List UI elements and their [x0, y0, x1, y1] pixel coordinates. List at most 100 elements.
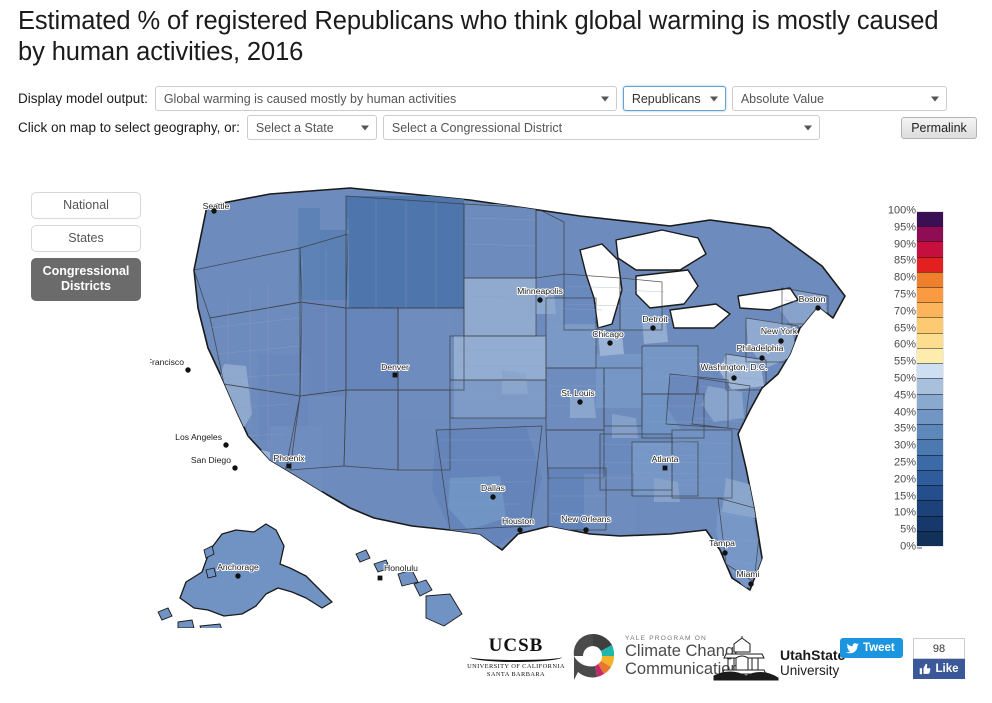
state-select-value: Select a State — [255, 120, 334, 135]
legend-tick-60: 60% — [893, 338, 923, 351]
utah-state-line1: UtahState — [780, 647, 846, 663]
city-marker-new-york — [778, 338, 784, 344]
city-label-atlanta: Atlanta — [652, 454, 679, 464]
city-marker-new-orleans — [583, 527, 589, 533]
legend-band-7 — [917, 424, 943, 440]
city-marker-chicago — [607, 340, 613, 346]
legend-band-6 — [917, 439, 943, 455]
city-marker-miami — [748, 581, 754, 587]
city-label-anchorage: Anchorage — [217, 562, 259, 572]
city-label-detroit: Detroit — [642, 314, 668, 324]
us-map-svg[interactable]: SeattleSan FranciscoLos AngelesSan Diego… — [150, 178, 870, 628]
city-label-new-orleans: New Orleans — [561, 514, 611, 524]
facebook-like-count: 98 — [913, 638, 965, 659]
ucsb-logo-sub1: UNIVERSITY OF CALIFORNIA — [467, 663, 565, 670]
legend-tick-70: 70% — [893, 305, 923, 318]
city-label-tampa: Tampa — [709, 538, 735, 548]
legend-band-0 — [917, 530, 943, 546]
ucsb-swoosh-icon — [470, 657, 562, 662]
congressional-district-select[interactable]: Select a Congressional District — [382, 115, 820, 140]
legend-band-15 — [917, 302, 943, 318]
legend-tick-10: 10% — [893, 506, 923, 519]
legend-tick-30: 30% — [893, 439, 923, 452]
chevron-down-icon — [930, 96, 939, 101]
legend-tick-75: 75% — [893, 288, 923, 301]
city-label-phoenix: Phoenix — [273, 453, 305, 463]
city-label-washington-d-c: Washington, D.C. — [700, 362, 767, 372]
geo-button-national[interactable]: National — [31, 192, 141, 219]
controls-row-geography: Click on map to select geography, or: Se… — [18, 115, 826, 140]
choropleth-map[interactable]: SeattleSan FranciscoLos AngelesSan Diego… — [150, 178, 870, 628]
city-label-miami: Miami — [737, 569, 760, 579]
legend-band-20 — [917, 226, 943, 242]
page-title: Estimated % of registered Republicans wh… — [18, 7, 939, 66]
legend-band-14 — [917, 317, 943, 333]
legend-tick-65: 65% — [893, 322, 923, 335]
city-marker-phoenix — [286, 463, 292, 469]
ucsb-logo-main: UCSB — [488, 635, 544, 656]
legend-tick-25: 25% — [893, 456, 923, 469]
legend-tick-50: 50% — [893, 372, 923, 385]
legend-band-18 — [917, 256, 943, 272]
metric-select[interactable]: Absolute Value — [731, 86, 947, 111]
tweet-button-label: Tweet — [863, 642, 895, 654]
city-marker-minneapolis — [537, 297, 543, 303]
model-output-select[interactable]: Global warming is caused mostly by human… — [154, 86, 617, 111]
legend-band-8 — [917, 408, 943, 425]
legend-band-5 — [917, 454, 943, 470]
legend-band-16 — [917, 287, 943, 303]
legend-tick-40: 40% — [893, 406, 923, 419]
city-label-denver: Denver — [381, 362, 409, 372]
thumbs-up-icon — [920, 663, 931, 675]
tweet-button[interactable]: Tweet — [840, 638, 903, 658]
city-label-honolulu: Honolulu — [384, 563, 418, 573]
facebook-like-button[interactable]: Like — [913, 659, 965, 679]
city-label-houston: Houston — [502, 516, 534, 526]
legend-tick-80: 80% — [893, 271, 923, 284]
twitter-bird-icon — [846, 642, 859, 653]
geo-button-states[interactable]: States — [31, 225, 141, 252]
city-marker-tampa — [722, 550, 728, 556]
city-marker-los-angeles — [223, 442, 229, 448]
legend-tick-100: 100% — [887, 204, 923, 217]
utah-state-logo-text: UtahState University — [780, 648, 845, 682]
city-marker-seattle — [211, 208, 217, 214]
city-label-san-francisco: San Francisco — [150, 357, 184, 367]
utah-state-logo: UtahState University — [706, 636, 845, 682]
legend-band-4 — [917, 469, 943, 486]
legend-tick-90: 90% — [893, 238, 923, 251]
permalink-button[interactable]: Permalink — [901, 117, 977, 139]
legend-tick-labels: 100% 95% 90% 85% 80% 75% 70% 65% 60% 55% 50% 45% 40%… — [876, 204, 923, 554]
legend-band-13 — [917, 332, 943, 348]
map-landmass-alaska — [157, 523, 333, 628]
city-marker-honolulu — [377, 575, 383, 581]
city-marker-denver — [392, 372, 398, 378]
party-select-value: Republicans — [631, 91, 701, 106]
legend-band-21 — [917, 211, 943, 227]
facebook-like-widget: 98 Like — [913, 638, 965, 679]
map-legend: 100% 95% 90% 85% 80% 75% 70% 65% 60% 55% 50% 45% 40%… — [876, 204, 952, 554]
legend-band-2 — [917, 500, 943, 516]
legend-band-19 — [917, 241, 943, 257]
legend-band-9 — [917, 393, 943, 409]
legend-tick-55: 55% — [893, 355, 923, 368]
city-marker-san-francisco — [185, 367, 191, 373]
party-select[interactable]: Republicans — [622, 86, 726, 111]
climate-opinion-map-app: Estimated % of registered Republicans wh… — [0, 0, 992, 703]
city-label-st-louis: St. Louis — [561, 388, 594, 398]
legend-tick-95: 95% — [893, 221, 923, 234]
chevron-down-icon — [803, 125, 812, 130]
ucsb-logo: UCSB UNIVERSITY OF CALIFORNIA SANTA BARB… — [466, 636, 566, 679]
legend-tick-20: 20% — [893, 473, 923, 486]
city-marker-boston — [815, 305, 821, 311]
legend-band-17 — [917, 271, 943, 288]
geo-button-congressional-districts[interactable]: Congressional Districts — [31, 258, 141, 301]
city-marker-dallas — [490, 494, 496, 500]
facebook-like-label: Like — [935, 663, 959, 675]
city-marker-philadelphia — [759, 355, 765, 361]
old-main-building-icon — [713, 636, 779, 681]
legend-band-12 — [917, 347, 943, 364]
state-select[interactable]: Select a State — [246, 115, 377, 140]
city-marker-washington-d-c — [731, 375, 737, 381]
city-label-minneapolis: Minneapolis — [517, 286, 563, 296]
